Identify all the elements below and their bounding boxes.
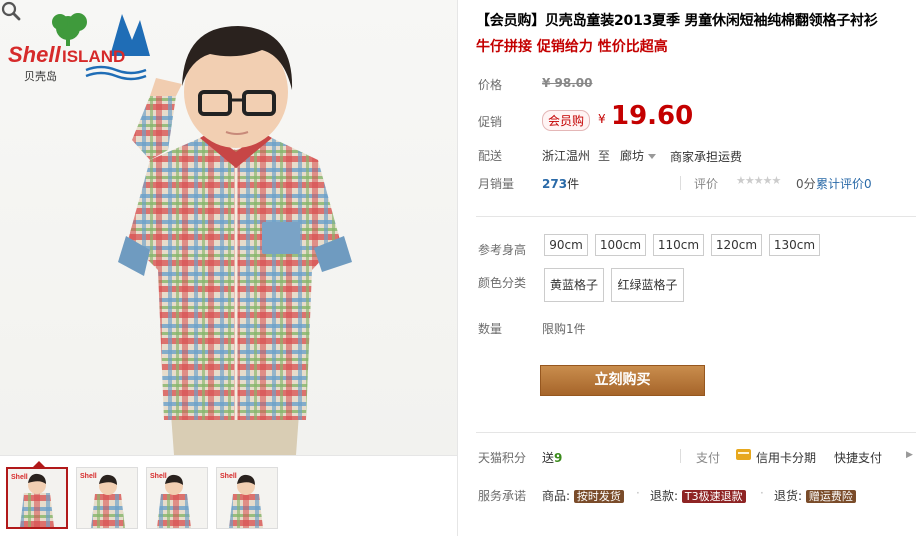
original-price: ¥ 98.00 [542, 76, 593, 90]
points-value-wrap: 送9 [542, 449, 562, 466]
divider [680, 176, 681, 190]
credit-installment: 信用卡分期 [756, 451, 817, 465]
brand-logo: Shell ISLAND 贝壳岛 [8, 13, 150, 83]
height-option-110[interactable]: 110cm [653, 234, 704, 256]
product-info-panel: 【会员购】贝壳岛童装2013夏季 男童休闲短袖纯棉翻领格子衬衫 牛仔拼接 促销给… [458, 0, 920, 536]
svg-text:Shell: Shell [8, 42, 61, 67]
thumbnail-4[interactable]: Shell [216, 467, 278, 529]
quick-pay: 快捷支付 [834, 451, 883, 465]
rating-stars: ★★★★★ [736, 174, 781, 187]
height-option-120[interactable]: 120cm [711, 234, 762, 256]
svg-text:ISLAND: ISLAND [62, 47, 125, 66]
svg-text:Shell: Shell [80, 473, 97, 480]
points-label: 天猫积分 [478, 451, 527, 465]
fast-refund-tag[interactable]: T3极速退款 [681, 490, 746, 503]
shipping-fee: 商家承担运费 [670, 150, 743, 164]
return-label: 退货: [774, 489, 803, 503]
thumbnail-strip: Shell Shell Shell Shell [0, 455, 457, 536]
shipping-insurance-tag[interactable]: 赠运费险 [805, 490, 856, 503]
credit-card-icon [736, 449, 751, 460]
height-label: 参考身高 [478, 243, 527, 257]
brand-name-cn: 贝壳岛 [24, 69, 57, 83]
service-refund: 退款: T3极速退款 [650, 487, 746, 504]
svg-text:Shell: Shell [11, 474, 28, 481]
sales-count-wrap: 273件 [542, 175, 579, 192]
chevron-down-icon [648, 154, 657, 159]
quantity-limit: 限购1件 [542, 322, 586, 336]
refund-label: 退款: [650, 489, 679, 503]
height-option-130[interactable]: 130cm [769, 234, 820, 256]
product-subtitle: 牛仔拼接 促销给力 性价比超高 [476, 39, 668, 55]
section-divider [476, 216, 916, 217]
rating-label: 评价 [694, 177, 719, 191]
height-option-90[interactable]: 90cm [544, 234, 588, 256]
svg-text:Shell: Shell [150, 473, 167, 480]
service-label: 服务承诺 [478, 489, 527, 503]
quantity-label: 数量 [478, 322, 503, 336]
buy-now-button[interactable]: 立刻购买 [540, 365, 705, 396]
color-label: 颜色分类 [478, 276, 527, 290]
pay-label: 支付 [696, 451, 721, 465]
shipping-label: 配送 [478, 149, 503, 163]
price-label: 价格 [478, 78, 503, 92]
divider [680, 449, 681, 463]
review-count-link[interactable]: 累计评价0 [816, 175, 872, 192]
more-arrow-icon[interactable]: ▶ [906, 450, 913, 460]
promo-label: 促销 [478, 115, 503, 129]
sales-count: 273 [542, 177, 568, 191]
promo-currency: ¥ [598, 112, 606, 126]
member-badge: 会员购 [542, 110, 591, 131]
thumbnail-2[interactable]: Shell [76, 467, 138, 529]
color-option-red-green-blue[interactable]: 红绿蓝格子 [611, 268, 684, 302]
points-value: 9 [554, 451, 563, 465]
thumbnail-3[interactable]: Shell [146, 467, 208, 529]
sales-unit: 件 [567, 177, 580, 191]
height-option-100[interactable]: 100cm [595, 234, 646, 256]
service-return: 退货: 赠运费险 [774, 487, 856, 504]
service-goods: 商品: 按时发货 [542, 487, 624, 504]
ship-to-value: 廊坊 [620, 149, 645, 163]
color-option-yellow-blue[interactable]: 黄蓝格子 [544, 268, 604, 302]
points-prefix: 送 [542, 451, 555, 465]
ship-to-select[interactable]: 廊坊 [620, 147, 657, 164]
ship-to-word: 至 [598, 149, 611, 163]
main-product-image[interactable]: Shell ISLAND 贝壳岛 [0, 0, 457, 455]
separator-dot: · [636, 486, 640, 500]
promo-price: 19.60 [611, 101, 694, 131]
svg-text:Shell: Shell [220, 473, 237, 480]
separator-dot: · [760, 486, 764, 500]
ship-from: 浙江温州 [542, 149, 591, 163]
product-title: 【会员购】贝壳岛童装2013夏季 男童休闲短袖纯棉翻领格子衬衫 [476, 13, 878, 29]
goods-label: 商品: [542, 489, 571, 503]
sales-label: 月销量 [478, 177, 515, 191]
magnifier-icon[interactable] [0, 0, 22, 22]
product-gallery: Shell ISLAND 贝壳岛 Shell Shell Shell Shell [0, 0, 458, 536]
rating-score: 0分 [796, 177, 816, 191]
on-time-ship-tag[interactable]: 按时发货 [573, 490, 624, 503]
section-divider-2 [476, 432, 916, 433]
thumbnail-1[interactable]: Shell [6, 467, 68, 529]
